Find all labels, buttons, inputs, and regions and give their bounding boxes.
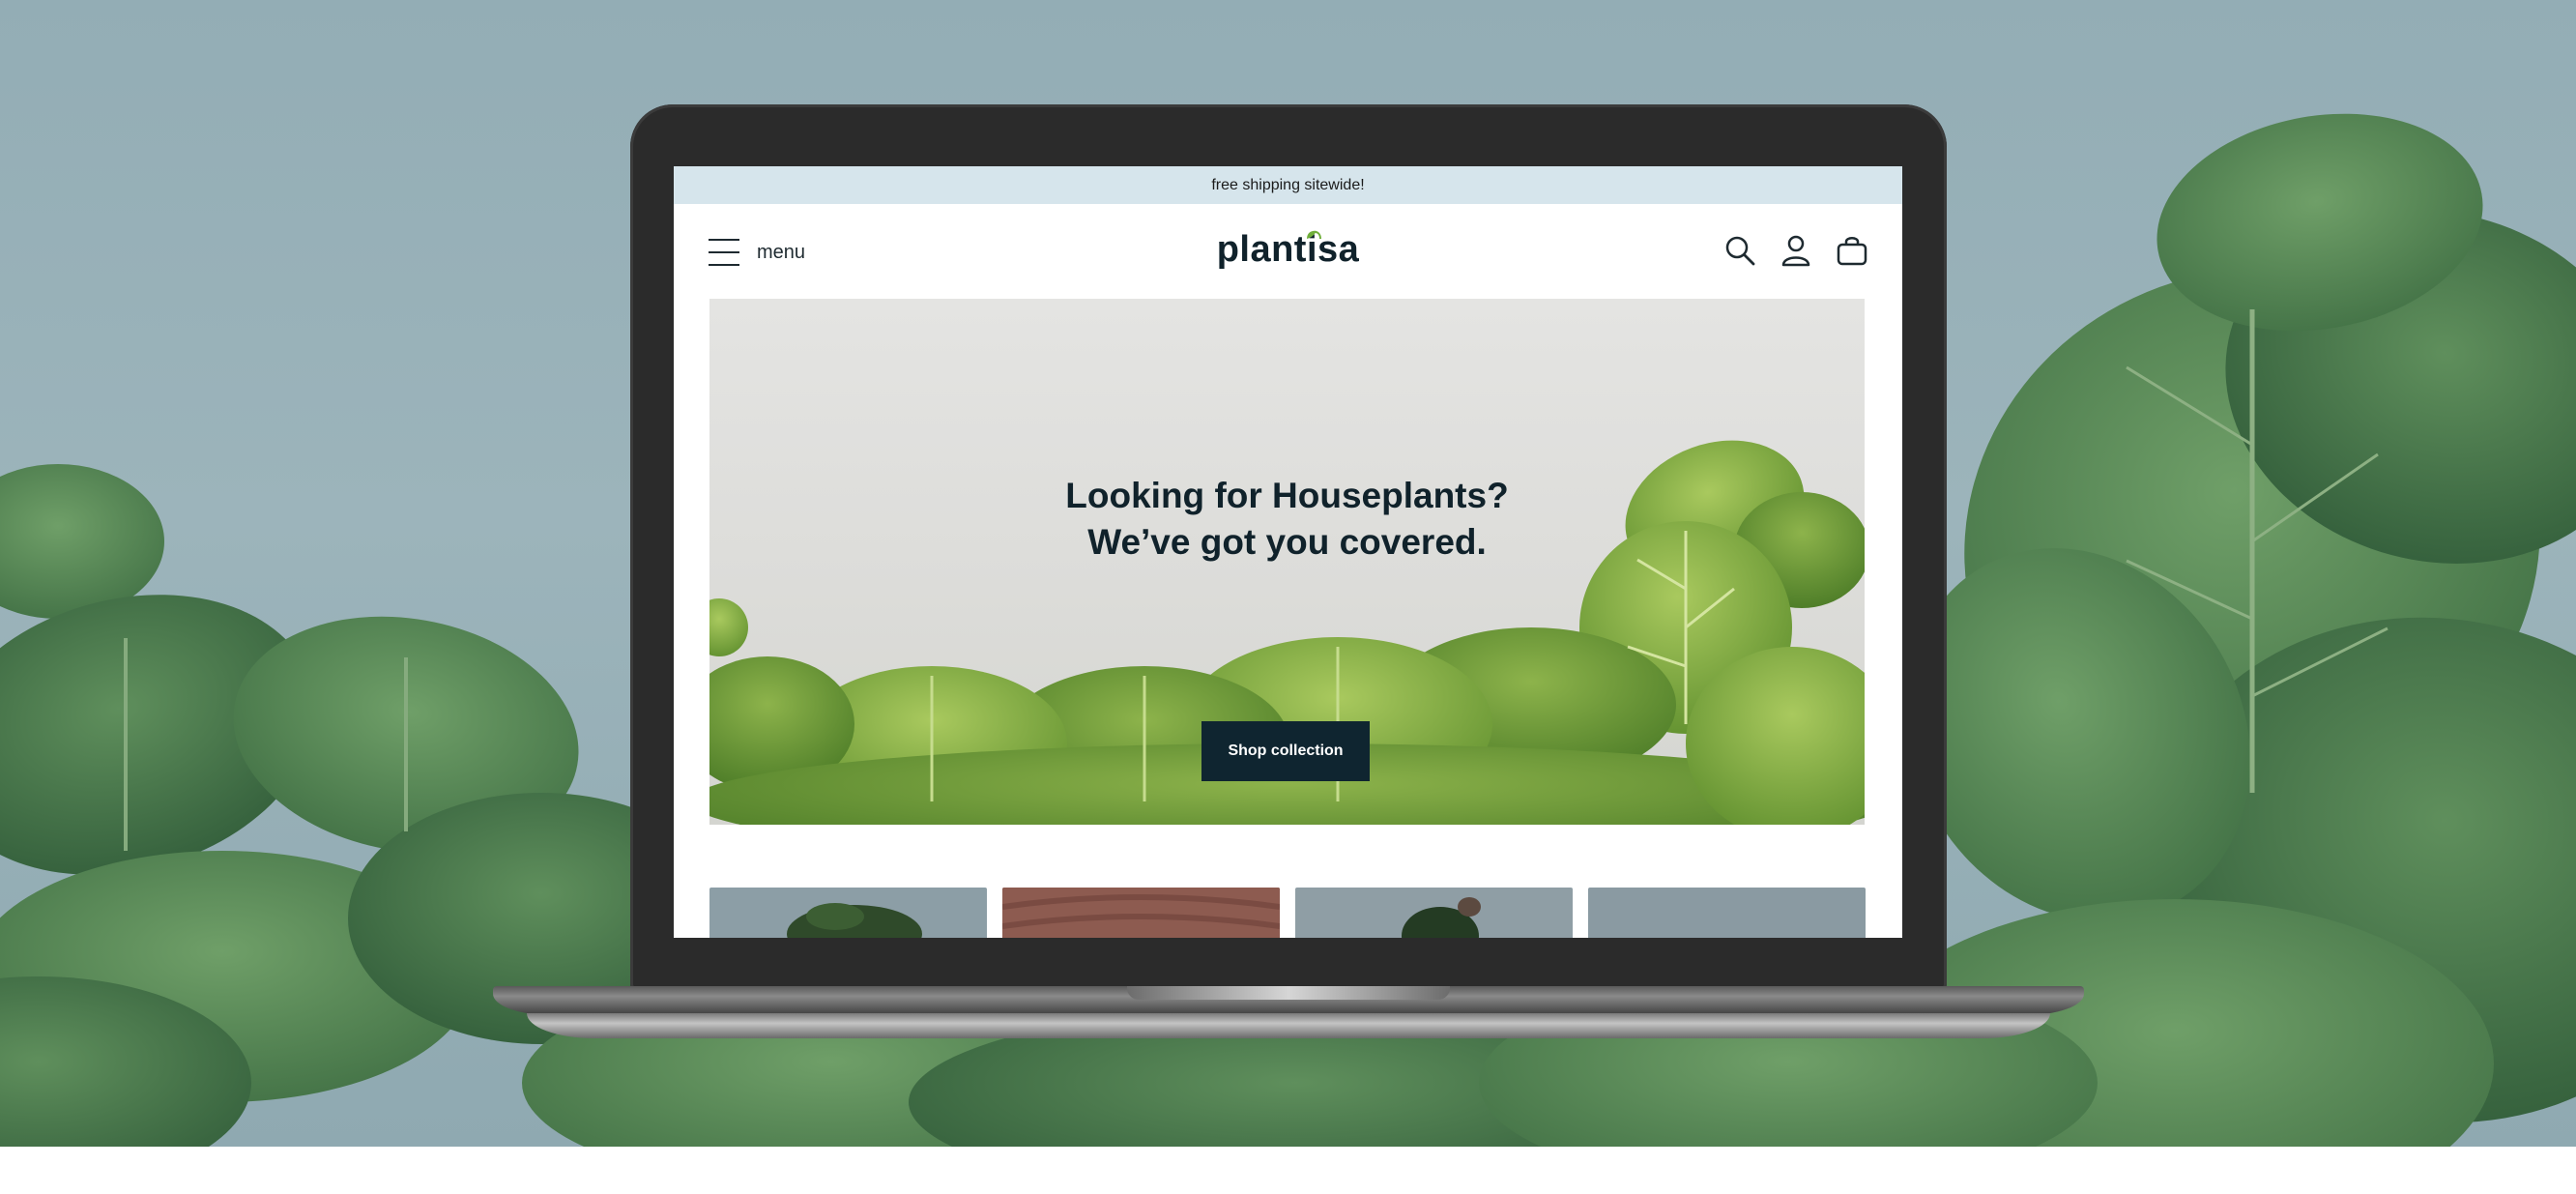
product-image	[787, 903, 922, 938]
hero-banner: Looking for Houseplants? We’ve got you c…	[709, 299, 1865, 825]
announcement-bar: free shipping sitewide!	[674, 166, 1902, 204]
cart-icon[interactable]	[1835, 233, 1869, 268]
announcement-text: free shipping sitewide!	[1211, 176, 1365, 193]
header-icons	[1722, 233, 1869, 268]
logo-text: plantisa	[1216, 229, 1360, 270]
hero-title: Looking for Houseplants? We’ve got you c…	[709, 473, 1865, 566]
shop-collection-button[interactable]: Shop collection	[1201, 721, 1370, 781]
logo-leaf-icon	[1307, 230, 1321, 240]
product-card[interactable]	[709, 888, 987, 938]
product-card[interactable]	[1295, 888, 1573, 938]
product-image	[1002, 888, 1280, 938]
laptop-base-lip	[527, 1013, 2050, 1038]
site-header: menu plantisa	[674, 204, 1902, 297]
product-thumbnails	[709, 888, 1866, 938]
account-icon[interactable]	[1779, 233, 1813, 268]
product-image	[1402, 897, 1481, 938]
product-card[interactable]	[1002, 888, 1280, 938]
search-icon[interactable]	[1722, 233, 1757, 268]
laptop-screen: free shipping sitewide! menu plantisa Lo…	[674, 166, 1902, 938]
hero-title-line-1: Looking for Houseplants?	[1065, 476, 1509, 515]
hero-title-line-2: We’ve got you covered.	[1087, 522, 1487, 562]
product-card[interactable]	[1588, 888, 1866, 938]
laptop-notch	[1127, 986, 1450, 1000]
site-logo[interactable]: plantisa	[674, 229, 1902, 271]
